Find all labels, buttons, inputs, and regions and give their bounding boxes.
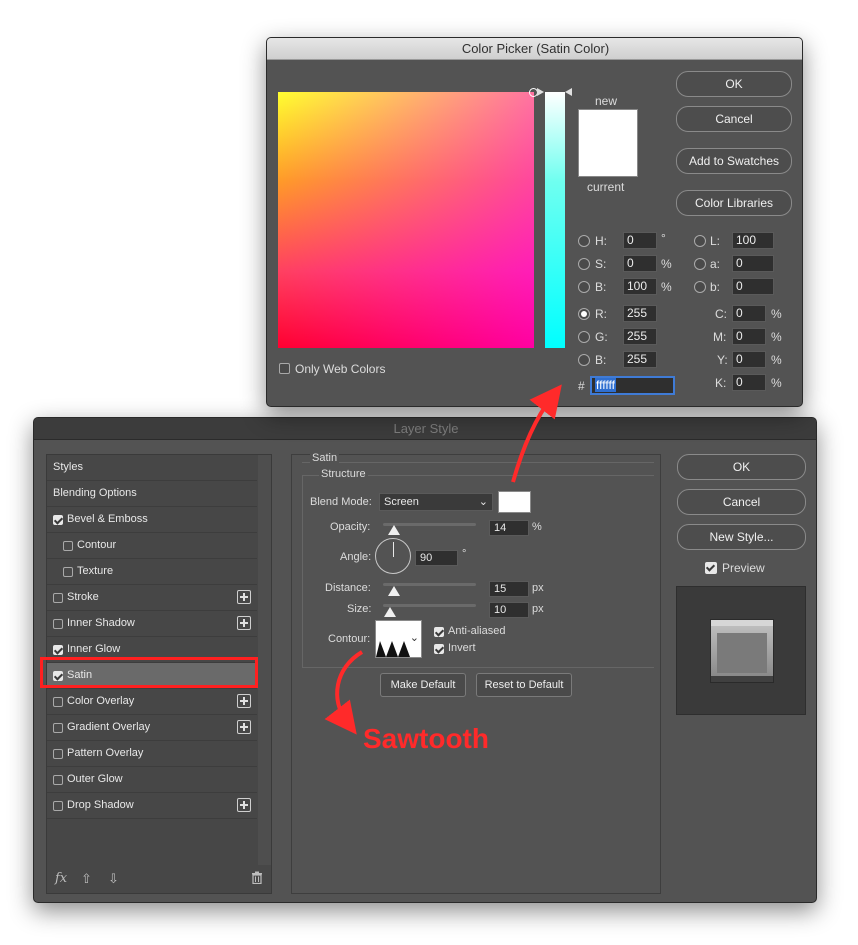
arrow-to-hex <box>511 384 562 483</box>
arrow-to-sawtooth <box>324 650 364 735</box>
sawtooth-annotation: Sawtooth <box>363 723 489 754</box>
annotation-arrows <box>324 384 562 735</box>
